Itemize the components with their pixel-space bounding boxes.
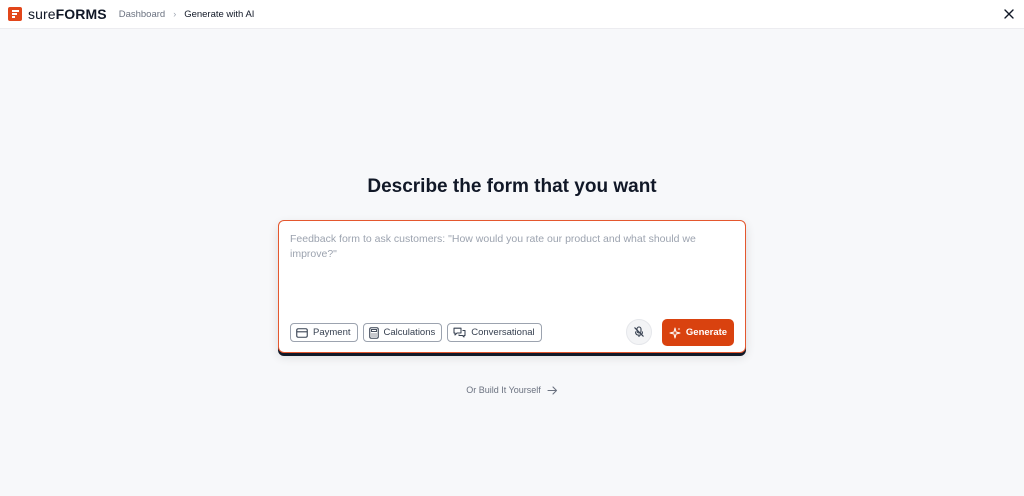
breadcrumb-dashboard[interactable]: Dashboard (119, 9, 165, 20)
sparkle-icon (669, 327, 681, 338)
payment-chip[interactable]: Payment (290, 323, 358, 342)
close-button[interactable] (1003, 7, 1015, 19)
page-title: Describe the form that you want (367, 176, 657, 197)
build-it-yourself-link[interactable]: Or Build It Yourself (0, 385, 1024, 395)
conversational-chip-label: Conversational (471, 327, 535, 338)
prompt-textarea[interactable]: Feedback form to ask customers: "How wou… (290, 232, 710, 262)
sureforms-logo[interactable]: sureFORMS (8, 6, 107, 22)
arrow-right-icon (547, 385, 557, 395)
calculator-icon (368, 326, 379, 339)
payment-chip-label: Payment (313, 327, 351, 338)
microphone-off-icon (634, 326, 644, 337)
breadcrumb-separator: › (173, 9, 177, 19)
credit-card-icon (296, 327, 308, 338)
breadcrumb: Dashboard › Generate with AI (119, 9, 255, 20)
generate-button[interactable]: Generate (662, 319, 734, 346)
top-bar: sureFORMS Dashboard › Generate with AI (0, 0, 1024, 29)
breadcrumb-current: Generate with AI (184, 8, 255, 20)
calculations-chip-label: Calculations (383, 327, 436, 338)
conversational-chip[interactable]: Conversational (447, 323, 542, 342)
logo-text: sureFORMS (28, 6, 107, 22)
option-chips: Payment Calculations Conversational (290, 323, 542, 342)
close-icon (1004, 9, 1014, 19)
chat-icon (453, 327, 466, 338)
prompt-input-box[interactable]: Feedback form to ask customers: "How wou… (278, 220, 746, 353)
sureforms-logo-icon (8, 7, 22, 21)
calculations-chip[interactable]: Calculations (362, 323, 443, 342)
build-it-yourself-label: Or Build It Yourself (466, 385, 541, 395)
generate-button-label: Generate (685, 327, 728, 338)
voice-input-button[interactable] (626, 319, 652, 345)
